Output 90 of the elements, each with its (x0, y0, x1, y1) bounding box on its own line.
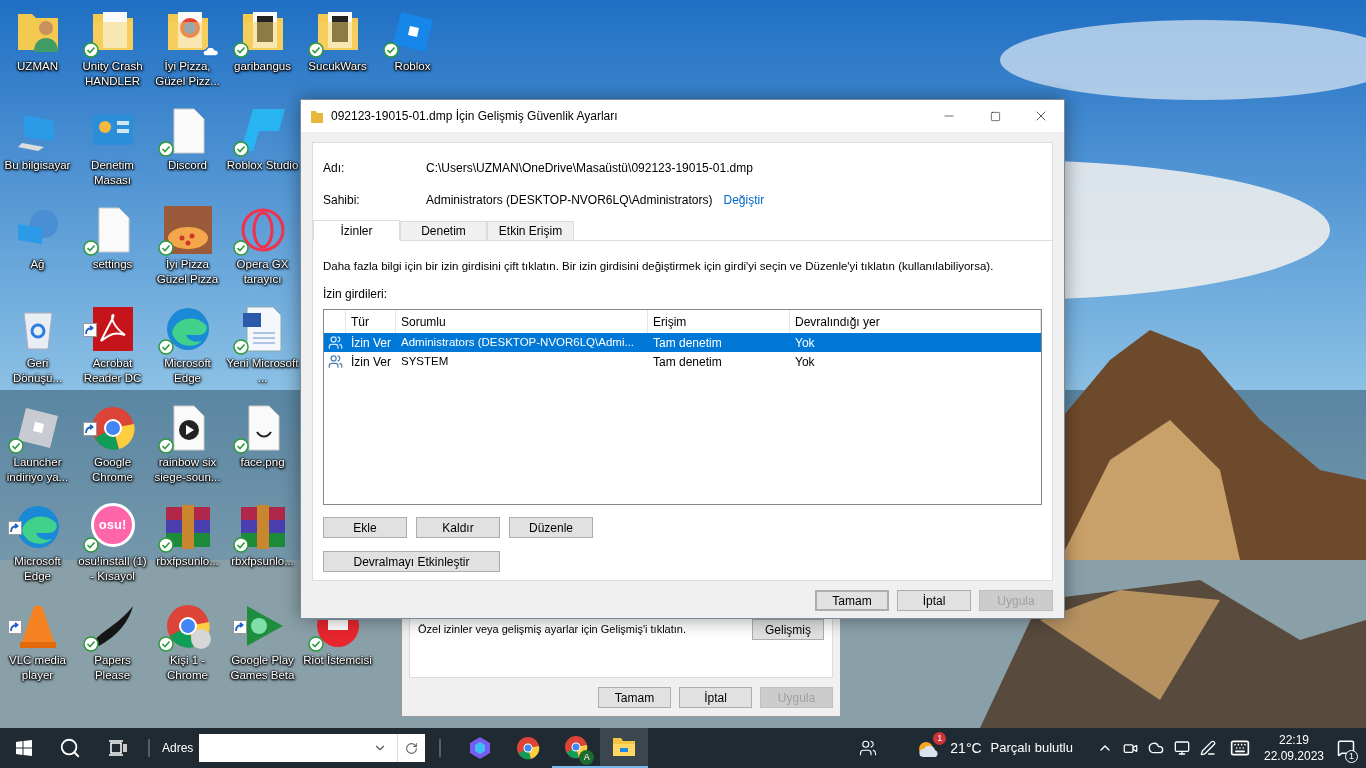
table-row[interactable]: İzin Ver SYSTEM Tam denetim Yok (324, 352, 1041, 372)
weather-badge: 1 (933, 732, 947, 745)
field-label: Sahibi: (323, 192, 361, 209)
dialog-button[interactable]: İptal (897, 590, 971, 611)
profile-badge: A (579, 750, 595, 765)
tab[interactable]: İzinler (313, 220, 400, 241)
desktop-icon-label[interactable]: İyi Pizza Güzel Pizza (150, 257, 225, 287)
archive-icon (163, 503, 212, 551)
dialog-button[interactable]: Devralmayı Etkinleştir (323, 551, 500, 573)
desktop-icon-label[interactable]: Discord (168, 158, 207, 173)
desktop-icon-label[interactable]: face.png (240, 455, 285, 470)
users-icon (327, 335, 343, 351)
desktop-icon-label[interactable]: Roblox Studio (226, 158, 299, 173)
refresh-icon (405, 741, 419, 755)
desktop-icon-label[interactable]: osu!install (1) - Kısayol (75, 554, 150, 584)
archive-icon (238, 503, 287, 551)
desktop-icon-label[interactable]: rbxfpsunlo... (231, 554, 294, 569)
desktop-icon-label[interactable]: Papers Please (75, 653, 150, 683)
desktop-icon-label[interactable]: Riot İstemcisi (303, 653, 372, 668)
table-cell-text: İzin Ver (350, 334, 393, 352)
dialog-button[interactable]: Kaldır (416, 517, 500, 539)
instructions-text: Daha fazla bilgi için bir izin girdisini çift tıklatın. Bir izin girdisini değiştirmek için girdi'yi seçin ve Düzenle'yi tıklatın (kullanılabiliyorsa). (323, 259, 995, 274)
notification-button[interactable]: 1 (1326, 728, 1366, 768)
section-label: İzin girdileri: (323, 286, 389, 304)
keyboard-icon[interactable] (1230, 738, 1250, 758)
desktop-icon-label[interactable]: Google Play Games Beta (225, 653, 300, 683)
tab[interactable]: Denetim (400, 221, 487, 240)
dialog-button[interactable]: Gelişmiş (752, 619, 824, 640)
desktop-icon-label[interactable]: Kişi 1 - Chrome (150, 653, 225, 683)
windows-logo-icon (16, 740, 32, 756)
change-owner-link[interactable]: Değiştir (723, 191, 765, 209)
hint-text: Özel izinler veya gelişmiş ayarlar için Gelişmiş'i tıklatın. (418, 622, 686, 637)
pen-icon[interactable] (1200, 740, 1216, 756)
dialog-button[interactable]: İptal (679, 687, 752, 708)
file-path: C:\Users\UZMAN\OneDrive\Masaüstü\092123-19015-01.dmp (426, 160, 754, 177)
table-cell-text: Tam denetim (652, 353, 723, 371)
dialog-button[interactable]: Tamam (598, 687, 671, 708)
taskbar-app[interactable] (600, 728, 649, 768)
notification-icon (1337, 739, 1355, 757)
desktop-icon-label[interactable]: garibangus (234, 59, 291, 74)
dialog-button[interactable]: Düzenle (509, 517, 593, 539)
desktop-icon-label[interactable]: Launcher indiriyo ya... (0, 455, 75, 485)
field-label: Adı: (323, 160, 346, 177)
desktop-icon-label[interactable]: settings (92, 257, 133, 272)
table-cell-text: Tam denetim (652, 334, 723, 352)
desktop-icon-label[interactable]: Bu bilgisayar (4, 158, 71, 173)
desktop-icon-label[interactable]: rainbow six siege-soun... (150, 455, 225, 485)
browser-icon (516, 736, 541, 760)
owner-name: Administrators (DESKTOP-NVOR6LQ\Administrators) (426, 192, 713, 209)
people-icon[interactable] (859, 739, 878, 757)
clock[interactable]: 22:19 22.09.2023 (1262, 732, 1326, 764)
desktop-icon-label[interactable]: VLC media player (0, 653, 75, 683)
weather-condition: Parçalı bulutlu (990, 739, 1073, 758)
browser-icon (564, 735, 589, 759)
hexagon-app-icon (468, 736, 493, 760)
desktop-icon-label[interactable]: Roblox (394, 59, 431, 74)
table-row[interactable]: İzin Ver Administrators (DESKTOP-NVOR6LQ\Admi... Tam denetim Yok (324, 333, 1041, 353)
tab[interactable]: Etkin Erişim (487, 221, 574, 240)
desktop-icon-label[interactable]: Ağ (30, 257, 45, 272)
dialog-button[interactable]: Ekle (323, 517, 407, 539)
table-cell-text: Yok (794, 334, 816, 352)
desktop-icon-label[interactable]: Opera GX tarayıcı (225, 257, 300, 287)
desktop-icon-label[interactable]: Denetim Masası (75, 158, 150, 188)
desktop-icon-label[interactable]: Google Chrome (75, 455, 150, 485)
folder-icon (311, 109, 323, 123)
table-cell-text: SYSTEM (400, 354, 450, 370)
desktop-icon-label[interactable]: Microsoft Edge (0, 554, 75, 584)
desktop-icon-label[interactable]: rbxfpsunlo... (156, 554, 219, 569)
address-field[interactable] (199, 734, 426, 762)
weather-widget[interactable]: 1 21°C Parçalı bulutlu (917, 728, 1073, 768)
desktop-icon-label[interactable]: SucukWars (308, 59, 367, 74)
maximize-icon (989, 110, 1001, 122)
window-title: 092123-19015-01.dmp İçin Gelişmiş Güvenlik Ayarları (331, 108, 619, 125)
address-label: Adres (162, 740, 194, 757)
cloud-icon[interactable] (1148, 740, 1164, 756)
search-icon (59, 737, 81, 759)
task-view-icon (109, 740, 127, 756)
table-cell-text: İzin Ver (350, 353, 393, 371)
temperature: 21°C (950, 738, 982, 758)
desktop-icon-label[interactable]: İyi Pizza, Güzel Pizz... (150, 59, 225, 89)
users-icon (327, 354, 343, 370)
table-cell-text: Administrators (DESKTOP-NVOR6LQ\Admi... (400, 335, 636, 351)
desktop-icon-label[interactable]: UZMAN (17, 59, 58, 74)
monitor-icon[interactable] (1174, 740, 1190, 756)
notification-count: 1 (1345, 750, 1358, 763)
folder-icon (612, 737, 637, 757)
table-cell-text: Yok (794, 353, 816, 371)
desktop-icon-label[interactable]: Unity Crash HANDLER (75, 59, 150, 89)
dialog-button[interactable]: Tamam (815, 590, 889, 611)
pizza-icon (163, 206, 212, 254)
